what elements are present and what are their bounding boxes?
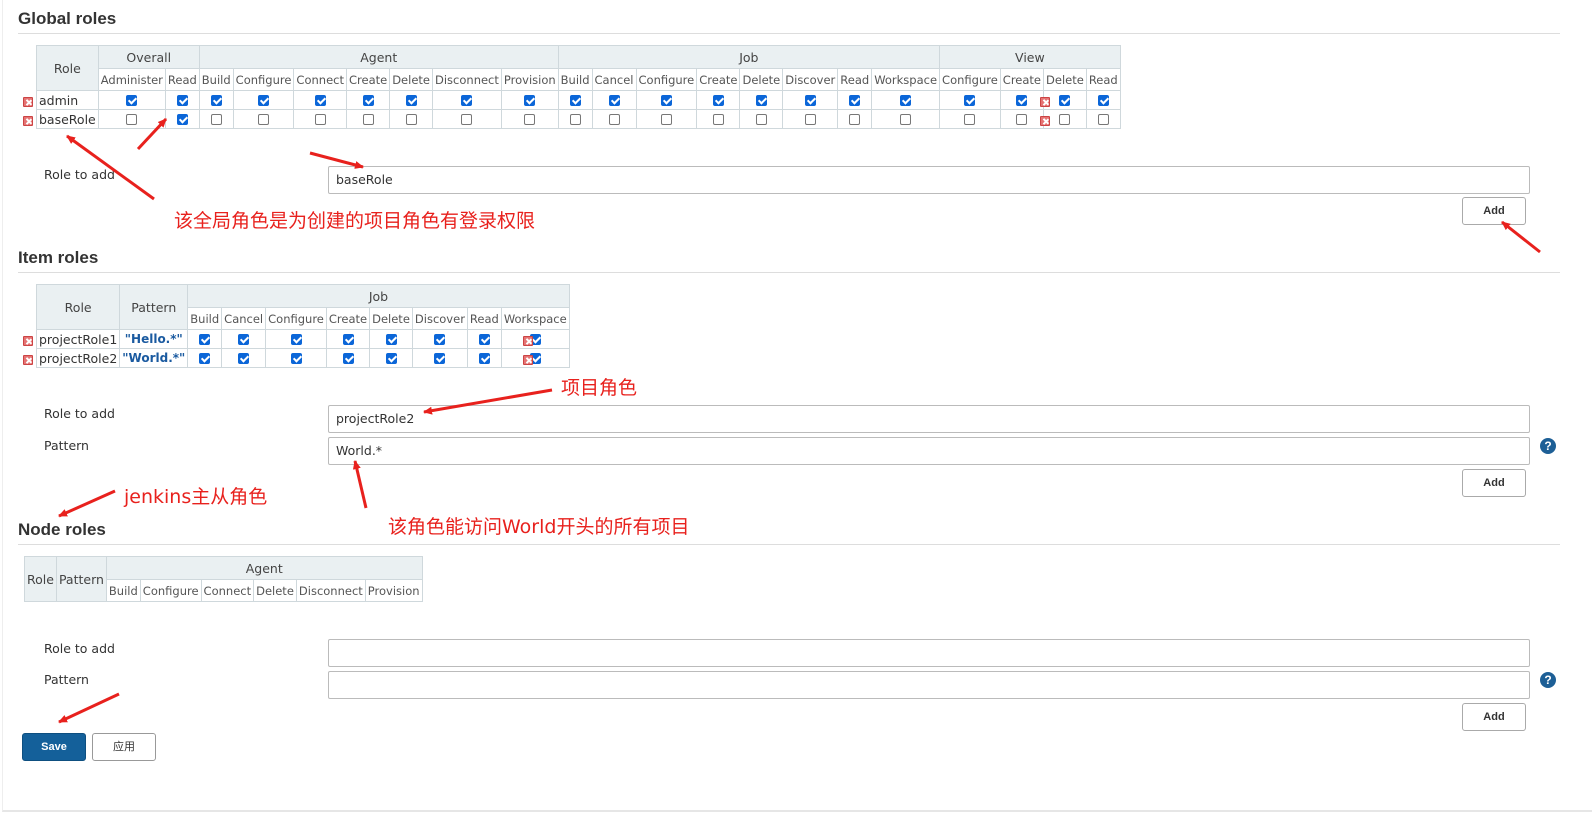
arrow-to-read-checkbox [136, 117, 168, 151]
arrow-to-global-add [1501, 220, 1541, 254]
arrow-to-project-role-input [423, 388, 553, 415]
annotation-arrows [58, 117, 1541, 724]
arrow-to-save [58, 692, 120, 724]
arrow-to-role-input [309, 151, 364, 169]
arrow-to-node-roles [58, 489, 116, 518]
arrow-to-pattern-input [352, 460, 368, 509]
